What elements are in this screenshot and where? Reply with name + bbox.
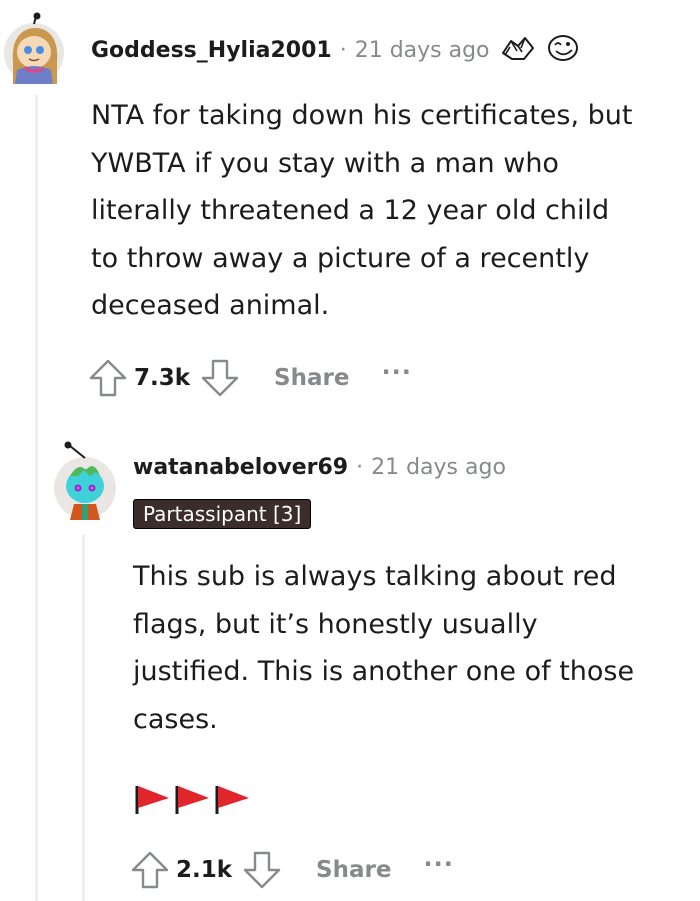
meta-separator: · [339, 37, 347, 63]
timestamp[interactable]: 21 days ago [355, 38, 490, 63]
username[interactable]: Goddess_Hylia2001 [91, 38, 332, 63]
comment-line: cases. [133, 703, 218, 735]
vote-score: 2.1k [176, 857, 233, 883]
username[interactable]: watanabelover69 [133, 455, 348, 480]
share-button[interactable]: Share [274, 365, 349, 391]
upvote-icon[interactable] [130, 850, 170, 890]
comment-line: flags, but it’s honestly usually [133, 608, 538, 640]
comment-body: NTA for taking down his certificates, bu… [91, 92, 632, 330]
vote-score: 7.3k [134, 365, 191, 391]
red-flags-icon [135, 786, 249, 814]
comment-meta: watanabelover69 · 21 days ago [133, 455, 506, 480]
comment-meta: Goddess_Hylia2001 · 21 days ago [91, 33, 580, 67]
more-options-button[interactable]: ··· [381, 358, 411, 386]
downvote-icon[interactable] [200, 358, 240, 398]
comment-line: NTA for taking down his certificates, bu… [91, 100, 633, 131]
user-flair-badge: Partassipant [3] [133, 499, 312, 529]
thread-line-reply[interactable] [82, 535, 85, 901]
comment-line: deceased animal. [91, 290, 330, 321]
thread-line-main[interactable] [35, 95, 38, 901]
red-flag-emoji: 🚩🚩🚩 [133, 778, 253, 818]
meta-separator: · [356, 455, 364, 480]
avatar[interactable] [3, 12, 69, 92]
comment-line: YWBTA if you stay with a man who [91, 147, 559, 179]
comment-line: to throw away a picture of a recently [91, 242, 590, 274]
grin-award-icon[interactable] [546, 33, 580, 67]
fist-bump-award-icon[interactable] [500, 33, 536, 67]
share-button[interactable]: Share [316, 857, 391, 883]
comment-body: This sub is always talking about red fla… [133, 553, 634, 743]
avatar[interactable] [52, 436, 118, 526]
timestamp[interactable]: 21 days ago [371, 455, 506, 480]
downvote-icon[interactable] [242, 850, 282, 890]
comment-actions: 2.1k Share ··· [130, 850, 454, 890]
comment-line: justified. This is another one of those [133, 656, 635, 687]
comment-actions: 7.3k Share ··· [88, 358, 412, 398]
comment-line: This sub is always talking about red [133, 561, 617, 592]
more-options-button[interactable]: ··· [423, 850, 453, 878]
upvote-icon[interactable] [88, 358, 128, 398]
comment-line: literally threatened a 12 year old child [91, 195, 610, 226]
